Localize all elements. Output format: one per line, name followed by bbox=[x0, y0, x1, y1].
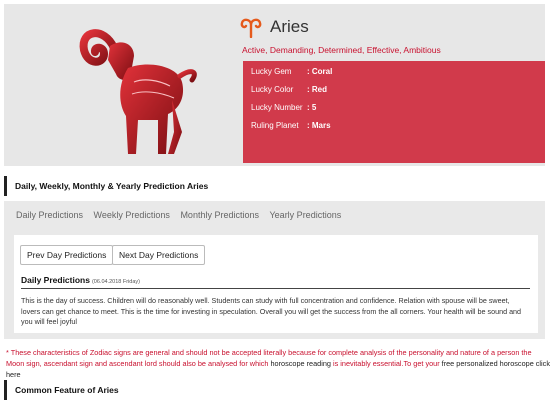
lucky-gem-value: : Coral bbox=[307, 67, 333, 76]
lucky-color-label: Lucky Color bbox=[251, 85, 294, 94]
horoscope-reading-link[interactable]: horoscope reading bbox=[270, 359, 330, 368]
common-feature-heading: Common Feature of Aries bbox=[4, 380, 545, 400]
prediction-card: Prev Day Predictions Next Day Prediction… bbox=[14, 235, 538, 333]
prev-day-button[interactable]: Prev Day Predictions bbox=[20, 245, 114, 265]
tab-yearly-predictions[interactable]: Yearly Predictions bbox=[270, 210, 342, 220]
sign-traits: Active, Demanding, Determined, Effective… bbox=[242, 45, 441, 55]
prediction-text: This is the day of success. Children wil… bbox=[21, 296, 522, 326]
prediction-tabs: Daily Predictions Weekly Predictions Mon… bbox=[16, 210, 349, 220]
ram-illustration bbox=[79, 29, 197, 154]
next-day-button[interactable]: Next Day Predictions bbox=[112, 245, 206, 265]
lucky-number-label: Lucky Number bbox=[251, 103, 303, 112]
ruling-planet-value: : Mars bbox=[307, 121, 331, 130]
lucky-number-value: : 5 bbox=[307, 103, 317, 112]
lucky-details-box: Lucky Gem : Coral Lucky Color : Red Luck… bbox=[243, 61, 545, 163]
lucky-color-value: : Red bbox=[307, 85, 327, 94]
prediction-panel: Daily Predictions Weekly Predictions Mon… bbox=[4, 201, 545, 339]
tab-daily-predictions[interactable]: Daily Predictions bbox=[16, 210, 83, 220]
card-divider bbox=[21, 288, 530, 289]
tab-weekly-predictions[interactable]: Weekly Predictions bbox=[94, 210, 170, 220]
prediction-date: (06.04.2018 Friday) bbox=[91, 279, 140, 285]
ruling-planet-label: Ruling Planet bbox=[251, 121, 299, 130]
prediction-section-heading: Daily, Weekly, Monthly & Yearly Predicti… bbox=[4, 176, 545, 196]
lucky-gem-label: Lucky Gem bbox=[251, 67, 292, 76]
prediction-card-title-text: Daily Predictions bbox=[21, 275, 90, 285]
tab-monthly-predictions[interactable]: Monthly Predictions bbox=[180, 210, 259, 220]
sign-title: Aries bbox=[270, 17, 309, 36]
disclaimer: * These characteristics of Zodiac signs … bbox=[6, 347, 550, 380]
prediction-card-title: Daily Predictions (06.04.2018 Friday) bbox=[21, 275, 140, 285]
sign-hero-panel: Aries Active, Demanding, Determined, Eff… bbox=[4, 4, 545, 166]
aries-symbol-icon bbox=[240, 18, 262, 38]
disclaimer-text-2: is inevitably essential.To get your bbox=[330, 359, 442, 368]
